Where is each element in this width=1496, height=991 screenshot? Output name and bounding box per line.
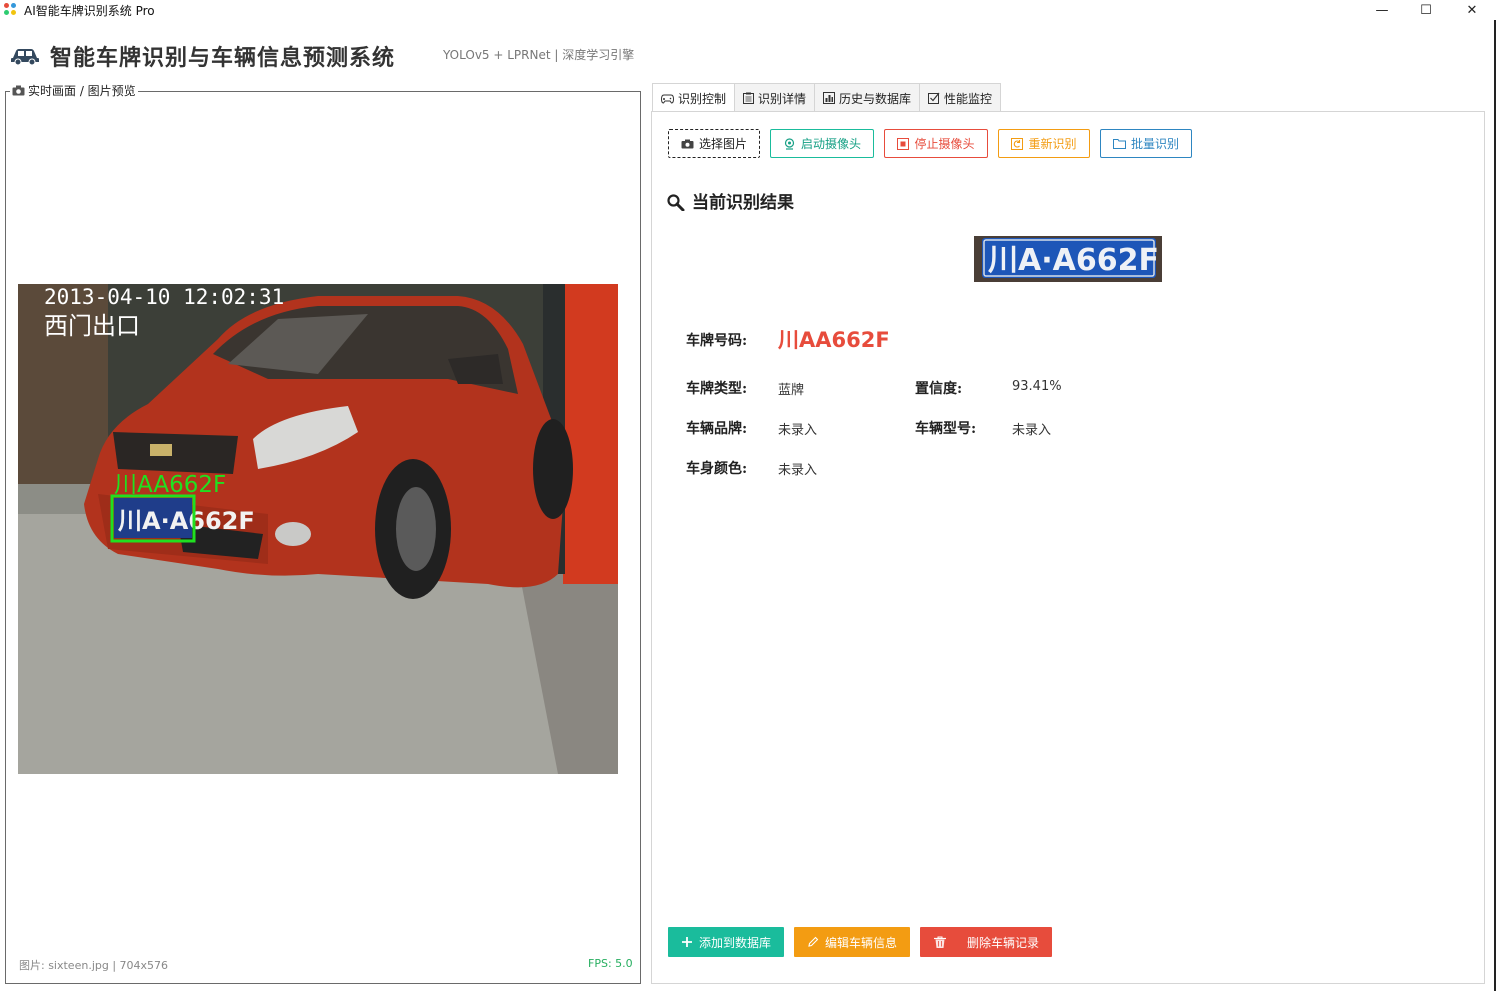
- batch-recognize-label: 批量识别: [1130, 137, 1179, 151]
- confidence-value: 93.41%: [1012, 379, 1062, 394]
- brand-value: 未录入: [778, 423, 818, 438]
- close-button[interactable]: ✕: [1452, 0, 1492, 20]
- result-title-label: 当前识别结果: [692, 193, 794, 213]
- plus-icon: [681, 937, 692, 947]
- maximize-button[interactable]: ☐: [1406, 0, 1446, 20]
- tab-performance-monitor[interactable]: 性能监控: [919, 83, 1002, 112]
- refresh-icon: [1011, 137, 1024, 150]
- camera-icon: [12, 85, 25, 96]
- color-label: 车身颜色:: [686, 461, 748, 477]
- delete-vehicle-label: 删除车辆记录: [966, 935, 1039, 950]
- model-value: 未录入: [1012, 423, 1052, 438]
- delete-vehicle-button[interactable]: 删除车辆记录: [920, 927, 1052, 957]
- checkbox-icon: [928, 92, 940, 104]
- webcam-icon: [784, 137, 795, 150]
- stop-icon: [897, 137, 910, 150]
- preview-legend-label: 实时画面 / 图片预览: [28, 84, 136, 98]
- tab-history-database[interactable]: 历史与数据库: [814, 83, 921, 112]
- magnifier-icon: [667, 193, 685, 211]
- tab-recognition-details[interactable]: 识别详情: [734, 83, 816, 112]
- confidence-label: 置信度:: [915, 381, 963, 397]
- minimize-button[interactable]: —: [1362, 0, 1402, 20]
- select-image-button[interactable]: 选择图片: [668, 129, 760, 158]
- app-header: 智能车牌识别与车辆信息预测系统 YOLOv5 + LPRNet | 深度学习引擎: [0, 30, 1496, 76]
- start-camera-button[interactable]: 启动摄像头: [770, 129, 874, 158]
- folder-icon: [1112, 139, 1126, 149]
- batch-recognize-button[interactable]: 批量识别: [1100, 129, 1192, 158]
- image-info: 图片: sixteen.jpg | 704x576: [19, 959, 169, 972]
- trash-icon: [933, 936, 946, 948]
- result-section-title: 当前识别结果: [666, 188, 794, 213]
- gamepad-icon: [661, 94, 674, 104]
- tab-label: 性能监控: [944, 91, 993, 106]
- re-recognize-button[interactable]: 重新识别: [998, 129, 1090, 158]
- model-label: 车辆型号:: [915, 421, 977, 437]
- edit-vehicle-label: 编辑车辆信息: [824, 935, 897, 950]
- overlay-location: 西门出口: [44, 312, 140, 340]
- page-title: 智能车牌识别与车辆信息预测系统: [50, 46, 396, 71]
- plate-type-value: 蓝牌: [778, 383, 805, 398]
- plate-type-label: 车牌类型:: [686, 381, 748, 397]
- app-logo-icon: [4, 3, 18, 17]
- tab-recognition-control[interactable]: 识别控制: [652, 83, 736, 113]
- select-image-label: 选择图片: [698, 137, 747, 151]
- add-to-database-label: 添加到数据库: [698, 935, 771, 950]
- preview-plate-text: 川A·A662F: [118, 507, 255, 535]
- window-title: AI智能车牌识别系统 Pro: [24, 4, 155, 18]
- plate-crop-text: 川A·A662F: [988, 243, 1159, 278]
- camera-icon: [681, 139, 694, 148]
- bar-chart-icon: [823, 92, 836, 104]
- title-bar: AI智能车牌识别系统 Pro — ☐ ✕: [0, 0, 1496, 20]
- preview-legend: 实时画面 / 图片预览: [10, 82, 138, 99]
- brand-label: 车辆品牌:: [686, 421, 748, 437]
- plate-number-value: 川AA662F: [778, 328, 890, 352]
- re-recognize-label: 重新识别: [1028, 137, 1077, 151]
- clipboard-icon: [743, 92, 755, 104]
- plate-crop-image: 川A·A662F: [974, 236, 1162, 282]
- preview-image: 川A·A662F 川AA662F 2013-04-10 12:02:31 西门出…: [18, 284, 618, 774]
- edit-vehicle-button[interactable]: 编辑车辆信息: [794, 927, 910, 957]
- detection-label: 川AA662F: [114, 472, 226, 498]
- overlay-timestamp: 2013-04-10 12:02:31: [44, 285, 284, 309]
- tab-label: 识别控制: [678, 92, 727, 106]
- tab-label: 历史与数据库: [839, 91, 912, 106]
- plate-number-label: 车牌号码:: [686, 333, 748, 349]
- pencil-icon: [808, 936, 819, 947]
- fps-readout: FPS: 5.0: [588, 957, 633, 970]
- add-to-database-button[interactable]: 添加到数据库: [668, 927, 784, 957]
- stop-camera-button[interactable]: 停止摄像头: [884, 129, 988, 158]
- tab-bar: 识别控制 识别详情 历史与数据库 性能监控: [652, 83, 1002, 113]
- color-value: 未录入: [778, 463, 818, 478]
- stop-camera-label: 停止摄像头: [914, 137, 975, 151]
- tab-label: 识别详情: [758, 91, 807, 106]
- page-subtitle: YOLOv5 + LPRNet | 深度学习引擎: [443, 48, 635, 62]
- car-icon: [11, 49, 39, 66]
- start-camera-label: 启动摄像头: [800, 137, 861, 151]
